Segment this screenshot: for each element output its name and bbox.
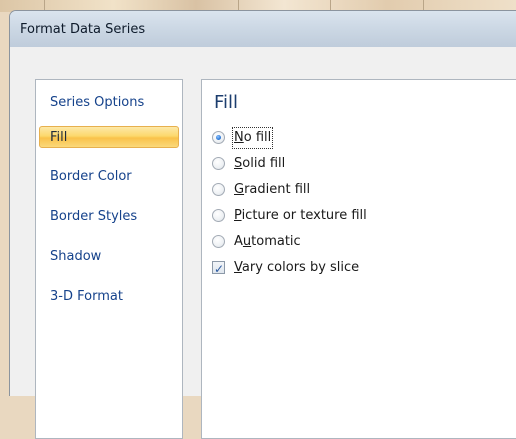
nav-item-border-styles[interactable]: Border Styles xyxy=(50,206,137,228)
solid-fill-label: Solid fill xyxy=(234,156,286,171)
no-fill-label: No fill xyxy=(231,127,274,149)
dialog-body: Series Options Fill Border Color Border … xyxy=(10,47,516,439)
nav-item-shadow[interactable]: Shadow xyxy=(50,246,101,268)
checkbox-icon[interactable]: ✓ xyxy=(212,261,225,276)
section-title: Fill xyxy=(214,92,239,113)
radio-icon[interactable] xyxy=(212,235,225,248)
category-list: Series Options Fill Border Color Border … xyxy=(35,79,183,439)
radio-icon[interactable] xyxy=(212,183,225,196)
radio-icon[interactable] xyxy=(212,209,225,222)
vary-colors-label: Vary colors by slice xyxy=(234,260,360,275)
dialog-title: Format Data Series xyxy=(20,22,146,37)
checkmark-icon: ✓ xyxy=(214,262,225,276)
radio-icon[interactable] xyxy=(212,131,225,144)
nav-item-series-options[interactable]: Series Options xyxy=(50,92,144,114)
nav-item-fill[interactable]: Fill xyxy=(39,126,179,148)
radio-selected-dot xyxy=(216,135,221,140)
automatic-label: Automatic xyxy=(234,234,301,249)
gradient-fill-label: Gradient fill xyxy=(234,182,311,197)
fill-panel: Fill No fill Solid fill Gradient fill Pi… xyxy=(201,79,516,439)
nav-item-3d-format[interactable]: 3-D Format xyxy=(50,286,123,308)
picture-texture-fill-label: Picture or texture fill xyxy=(234,208,367,223)
format-data-series-dialog: Format Data Series Series Options Fill B… xyxy=(9,10,516,439)
dialog-titlebar[interactable]: Format Data Series xyxy=(10,11,516,47)
radio-icon[interactable] xyxy=(212,157,225,170)
nav-item-border-color[interactable]: Border Color xyxy=(50,166,132,188)
